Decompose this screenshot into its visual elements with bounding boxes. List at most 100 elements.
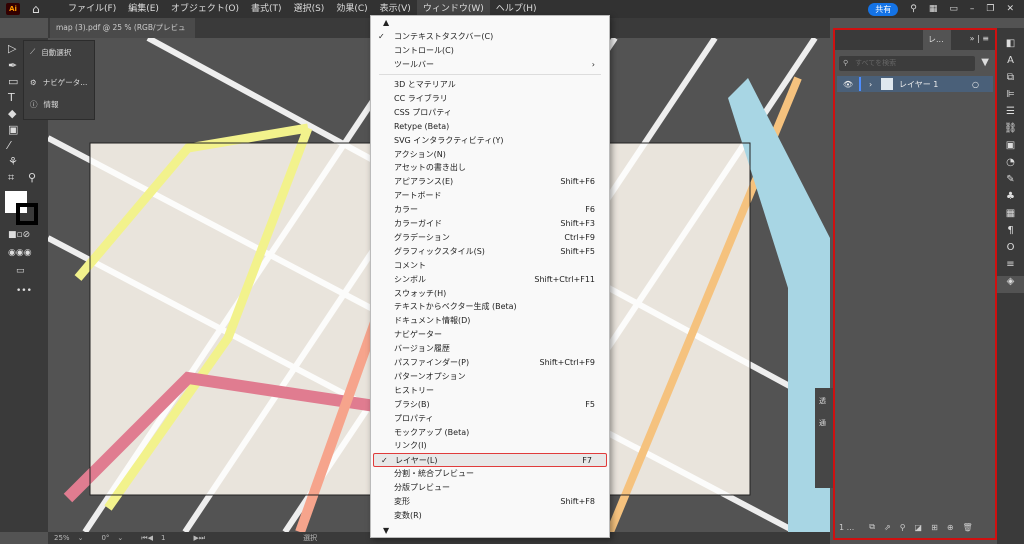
zoom-tool-icon[interactable]: ⚲: [28, 171, 36, 184]
export-icon[interactable]: ⇗: [884, 523, 891, 532]
home-icon[interactable]: ⌂: [32, 2, 48, 16]
window-menu-item[interactable]: バージョン履歴: [371, 342, 609, 356]
window-menu-item[interactable]: グラフィックスタイル(S) Shift+F5: [371, 245, 609, 259]
workspace-icon[interactable]: ▭: [949, 4, 958, 14]
zoom-dropdown-icon[interactable]: ⌄: [78, 534, 84, 542]
window-menu-item[interactable]: ツールバー ›: [371, 58, 609, 72]
layer-name[interactable]: レイヤー 1: [899, 79, 972, 90]
clipping-mask-icon[interactable]: ◪: [915, 523, 923, 532]
minimize-icon[interactable]: –: [970, 4, 975, 14]
scroll-up-arrow-icon[interactable]: ▲: [383, 18, 389, 27]
scroll-down-arrow-icon[interactable]: ▼: [383, 526, 389, 535]
window-menu-item[interactable]: CC ライブラリ: [371, 92, 609, 106]
paragraph-panel-icon[interactable]: ¶: [997, 225, 1024, 242]
window-menu-item[interactable]: シンボル Shift+Ctrl+F11: [371, 273, 609, 287]
window-menu-item[interactable]: カラーガイド Shift+F3: [371, 217, 609, 231]
window-menu-item[interactable]: Retype (Beta): [371, 120, 609, 134]
close-window-icon[interactable]: ✕: [1006, 4, 1014, 14]
target-circle-icon[interactable]: ○: [972, 80, 979, 89]
gradient-panel-icon[interactable]: ◧: [997, 38, 1024, 55]
window-menu-item[interactable]: コメント: [371, 259, 609, 273]
window-menu-item[interactable]: CSS プロパティ: [371, 106, 609, 120]
selection-tool-icon[interactable]: ▷: [8, 42, 16, 55]
arrange-documents-icon[interactable]: ▦: [929, 4, 938, 14]
window-menu-item[interactable]: 変形 Shift+F8: [371, 495, 609, 509]
align-panel-icon[interactable]: ⊫: [997, 89, 1024, 106]
appearance-panel-icon[interactable]: ◔: [997, 157, 1024, 174]
brushes-panel-icon[interactable]: ✎: [997, 174, 1024, 191]
screen-mode-icon[interactable]: ▭: [16, 266, 25, 276]
window-menu-item[interactable]: アートボード: [371, 189, 609, 203]
document-tab[interactable]: map (3).pdf @ 25 % (RGB/プレビュー)×: [50, 18, 195, 52]
symbols-panel-icon[interactable]: ♣: [997, 191, 1024, 208]
delete-icon[interactable]: 🗑: [963, 523, 973, 532]
search-icon[interactable]: ⚲: [910, 4, 917, 14]
color-mode-icons[interactable]: ■▫⊘: [8, 230, 30, 240]
rotation-value[interactable]: 0°: [101, 534, 109, 542]
window-menu-item[interactable]: パスファインダー(P) Shift+Ctrl+F9: [371, 356, 609, 370]
window-menu-item[interactable]: ✓ コンテキストタスクバー(C): [371, 30, 609, 44]
layers-panel-icon[interactable]: ◈: [997, 276, 1024, 293]
menu-0[interactable]: ファイル(F): [62, 0, 122, 18]
pen-tool-icon[interactable]: ✒: [8, 59, 17, 72]
gradient-tool-icon[interactable]: ▣: [8, 123, 18, 136]
links-panel-icon[interactable]: ⛓: [997, 123, 1024, 140]
opentype-panel-icon[interactable]: O: [997, 242, 1024, 259]
window-menu-item[interactable]: 分割・統合プレビュー: [371, 467, 609, 481]
eyedropper-tool-icon[interactable]: ⁄: [8, 139, 10, 152]
menu-3[interactable]: 書式(T): [245, 0, 288, 18]
artboard-nav-next-icon[interactable]: ▶⏭: [193, 534, 205, 543]
menu-2[interactable]: オブジェクト(O): [165, 0, 245, 18]
menu-5[interactable]: 効果(C): [330, 0, 373, 18]
menu-4[interactable]: 選択(S): [288, 0, 331, 18]
layers-search-input[interactable]: ⚲ すべてを検索: [839, 56, 975, 71]
panel-menu-icon[interactable]: » | ≡: [970, 34, 989, 43]
properties-panel-icon[interactable]: ☰: [997, 106, 1024, 123]
type-tool-icon[interactable]: T: [8, 91, 15, 104]
window-menu-item[interactable]: ヒストリー: [371, 384, 609, 398]
window-menu-item[interactable]: 変数(R): [371, 509, 609, 523]
artboard-number[interactable]: 1: [161, 534, 165, 542]
window-menu-item[interactable]: テキストからベクター生成 (Beta): [371, 300, 609, 314]
rectangle-tool-icon[interactable]: ▭: [8, 75, 18, 88]
window-menu-item[interactable]: リンク(I): [371, 439, 609, 453]
pathfinder-panel-icon[interactable]: ⧉: [997, 72, 1024, 89]
window-menu-item[interactable]: ドキュメント情報(D): [371, 314, 609, 328]
locate-object-icon[interactable]: ⚲: [900, 523, 906, 532]
window-menu-item[interactable]: ✓ レイヤー(L) F7: [373, 453, 607, 468]
menu-1[interactable]: 編集(E): [122, 0, 165, 18]
more-tools-icon[interactable]: •••: [16, 286, 32, 296]
window-menu-item[interactable]: 3D とマテリアル: [371, 78, 609, 92]
rotation-dropdown-icon[interactable]: ⌄: [117, 534, 123, 542]
new-sublayer-icon[interactable]: ⊞: [931, 523, 938, 532]
flyout-navigator[interactable]: ⚙ ナビゲータ...: [24, 71, 94, 93]
window-menu-item[interactable]: プロパティ: [371, 412, 609, 426]
window-menu-item[interactable]: スウォッチ(H): [371, 287, 609, 301]
crop-tool-icon[interactable]: ⌗: [8, 171, 14, 185]
window-menu-item[interactable]: グラデーション Ctrl+F9: [371, 231, 609, 245]
character-panel-icon[interactable]: A: [997, 55, 1024, 72]
window-menu-item[interactable]: モックアップ (Beta): [371, 426, 609, 440]
zoom-level[interactable]: 25%: [54, 534, 70, 542]
layer-row[interactable]: 👁 › レイヤー 1 ○: [837, 76, 993, 92]
window-menu-item[interactable]: コントロール(C): [371, 44, 609, 58]
window-menu-item[interactable]: SVG インタラクティビティ(Y): [371, 134, 609, 148]
window-menu-item[interactable]: アピアランス(E) Shift+F6: [371, 175, 609, 189]
artboard-nav-prev-icon[interactable]: ⏮◀: [141, 534, 153, 543]
swatches-panel-icon[interactable]: ▦: [997, 208, 1024, 225]
flyout-magic-wand[interactable]: ⟋ 自動選択: [24, 41, 94, 63]
eraser-tool-icon[interactable]: ◆: [8, 107, 16, 120]
tab-layers[interactable]: レ...: [923, 30, 951, 50]
window-menu-item[interactable]: カラー F6: [371, 203, 609, 217]
filter-icon[interactable]: ▼: [981, 57, 989, 68]
new-layer-icon[interactable]: ⊕: [947, 523, 954, 532]
collapsed-transparency-panel[interactable]: 透 通: [815, 388, 833, 488]
restore-icon[interactable]: ❐: [986, 4, 994, 14]
flyout-info[interactable]: ⓘ 情報: [24, 93, 94, 115]
share-button[interactable]: 共有: [868, 2, 899, 16]
draw-mode-icons[interactable]: ◉◉◉: [8, 248, 32, 258]
window-menu-item[interactable]: ナビゲーター: [371, 328, 609, 342]
window-menu-item[interactable]: 分版プレビュー: [371, 481, 609, 495]
stroke-swatch[interactable]: [16, 203, 38, 225]
window-menu-item[interactable]: アセットの書き出し: [371, 161, 609, 175]
